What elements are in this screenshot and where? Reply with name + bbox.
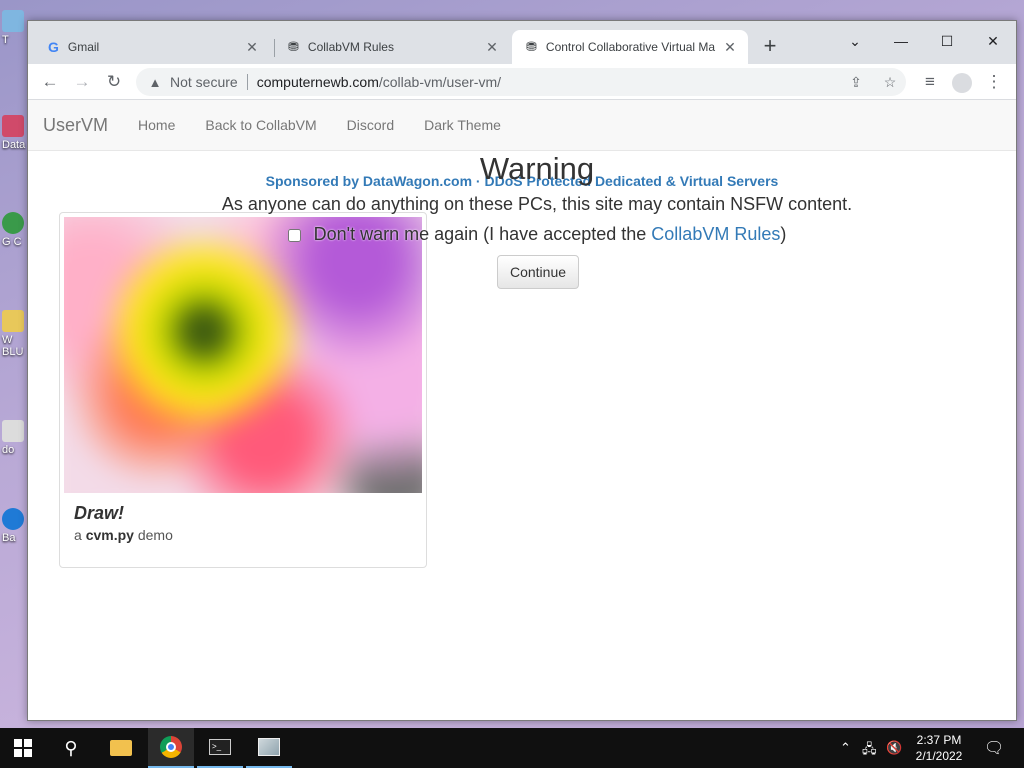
desktop-icon[interactable]: W BLU — [2, 310, 30, 358]
dont-warn-checkbox[interactable] — [287, 228, 301, 242]
close-tab-icon[interactable]: ✕ — [244, 39, 260, 55]
browser-toolbar: ← → ↻ ▲ Not secure computernewb.com/coll… — [28, 64, 1016, 100]
search-button[interactable]: ⚲ — [48, 728, 94, 768]
nav-home[interactable]: Home — [138, 117, 175, 133]
desktop-icon[interactable]: Ba — [2, 508, 30, 544]
dont-warn-label[interactable]: Don't warn me again (I have accepted the — [314, 224, 647, 244]
url-host: computernewb.com — [256, 74, 379, 90]
clock-time: 2:37 PM — [916, 733, 962, 747]
show-hidden-icons-chevron[interactable]: ⌃ — [840, 740, 851, 756]
network-icon[interactable]: 🖧 — [862, 740, 877, 762]
warning-heading: Warning — [479, 151, 595, 186]
close-tab-icon[interactable]: ✕ — [484, 39, 500, 55]
recycle-bin-icon — [2, 10, 24, 32]
forward-arrow-icon[interactable]: → — [70, 70, 94, 94]
dont-warn-row: Don't warn me again (I have accepted the… — [28, 224, 1016, 245]
windows-logo-icon — [14, 739, 32, 757]
desktop-icon[interactable]: T — [2, 10, 30, 46]
tab-gmail[interactable]: G Gmail ✕ — [34, 30, 270, 64]
desktop-icon[interactable]: G C — [2, 212, 30, 248]
site-brand[interactable]: UserVM — [43, 115, 108, 136]
folder-icon — [2, 310, 24, 332]
google-g-icon: G — [48, 39, 59, 55]
volume-muted-icon[interactable]: 🔇 — [886, 740, 902, 756]
terminal-taskbar-button[interactable]: >_ — [197, 728, 243, 768]
url-path: /collab-vm/user-vm/ — [378, 74, 502, 90]
terminal-icon: >_ — [209, 739, 231, 755]
nav-discord[interactable]: Discord — [347, 117, 394, 133]
start-button[interactable] — [0, 728, 46, 768]
warning-message: As anyone can do anything on these PCs, … — [221, 194, 853, 214]
tab-control-collaborative[interactable]: ⛃ Control Collaborative Virtual Ma ✕ — [512, 30, 748, 64]
search-icon: ⚲ — [64, 737, 78, 758]
image-app-icon — [258, 738, 280, 756]
clock-date: 2/1/2022 — [915, 749, 963, 763]
close-window-button[interactable]: ✕ — [977, 27, 1009, 55]
warning-triangle-icon: ▲ — [148, 74, 162, 90]
close-tab-icon[interactable]: ✕ — [722, 39, 738, 55]
edge-icon — [2, 508, 24, 530]
share-icon[interactable]: ⇪ — [846, 74, 866, 92]
desktop-icon[interactable]: Data — [2, 115, 30, 151]
notification-icon[interactable]: 🗨 — [984, 738, 1004, 758]
vm-card[interactable]: Draw! a cvm.py demo — [59, 212, 427, 568]
continue-button[interactable]: Continue — [497, 255, 579, 289]
chrome-icon — [160, 736, 182, 758]
media-control-icon[interactable]: ≡ — [918, 70, 942, 94]
nav-dark-theme[interactable]: Dark Theme — [424, 117, 501, 133]
address-divider — [246, 74, 248, 90]
maximize-button[interactable]: ☐ — [931, 27, 963, 55]
address-bar[interactable]: ▲ Not secure computernewb.com/collab-vm/… — [136, 68, 906, 96]
vm-title: Draw! — [74, 503, 125, 523]
site-navbar: UserVM Home Back to CollabVM Discord Dar… — [28, 100, 1016, 151]
menu-kebab-icon[interactable]: ⋮ — [982, 70, 1006, 94]
web-page: UserVM Home Back to CollabVM Discord Dar… — [28, 100, 1016, 720]
folder-icon — [110, 740, 132, 756]
chrome-taskbar-button[interactable] — [148, 728, 194, 768]
tab-search-icon[interactable]: ⌄ — [839, 27, 871, 55]
new-tab-button[interactable]: + — [758, 35, 782, 59]
collabvm-icon: ⛃ — [526, 39, 537, 54]
file-icon — [2, 420, 24, 442]
collabvm-rules-link[interactable]: CollabVM Rules — [651, 224, 780, 244]
chrome-shortcut-icon — [2, 212, 24, 234]
security-status[interactable]: Not secure — [170, 74, 238, 90]
tab-collabvm-rules[interactable]: ⛃ CollabVM Rules ✕ — [274, 30, 510, 64]
taskbar: ⚲ >_ ⌃ 🖧 🔇 2:37 PM 2/1/2022 🗨 — [0, 728, 1024, 768]
bookmark-star-icon[interactable]: ☆ — [880, 74, 900, 92]
vm-description: a cvm.py demo — [74, 527, 173, 543]
profile-avatar-icon[interactable] — [950, 70, 974, 94]
minimize-button[interactable]: — — [885, 27, 917, 55]
back-arrow-icon[interactable]: ← — [38, 70, 62, 94]
vm-thumbnail[interactable] — [64, 217, 422, 493]
reload-icon[interactable]: ↻ — [102, 70, 126, 94]
data-shortcut-icon — [2, 115, 24, 137]
collabvm-icon: ⛃ — [288, 39, 299, 54]
desktop-icon[interactable]: do — [2, 420, 30, 456]
tab-strip: G Gmail ✕ ⛃ CollabVM Rules ✕ ⛃ Control C… — [28, 21, 1016, 64]
nav-back-to-collabvm[interactable]: Back to CollabVM — [205, 117, 316, 133]
file-explorer-button[interactable] — [98, 728, 144, 768]
clock[interactable]: 2:37 PM 2/1/2022 — [906, 732, 972, 764]
app-taskbar-button[interactable] — [246, 728, 292, 768]
browser-window: G Gmail ✕ ⛃ CollabVM Rules ✕ ⛃ Control C… — [27, 20, 1017, 721]
